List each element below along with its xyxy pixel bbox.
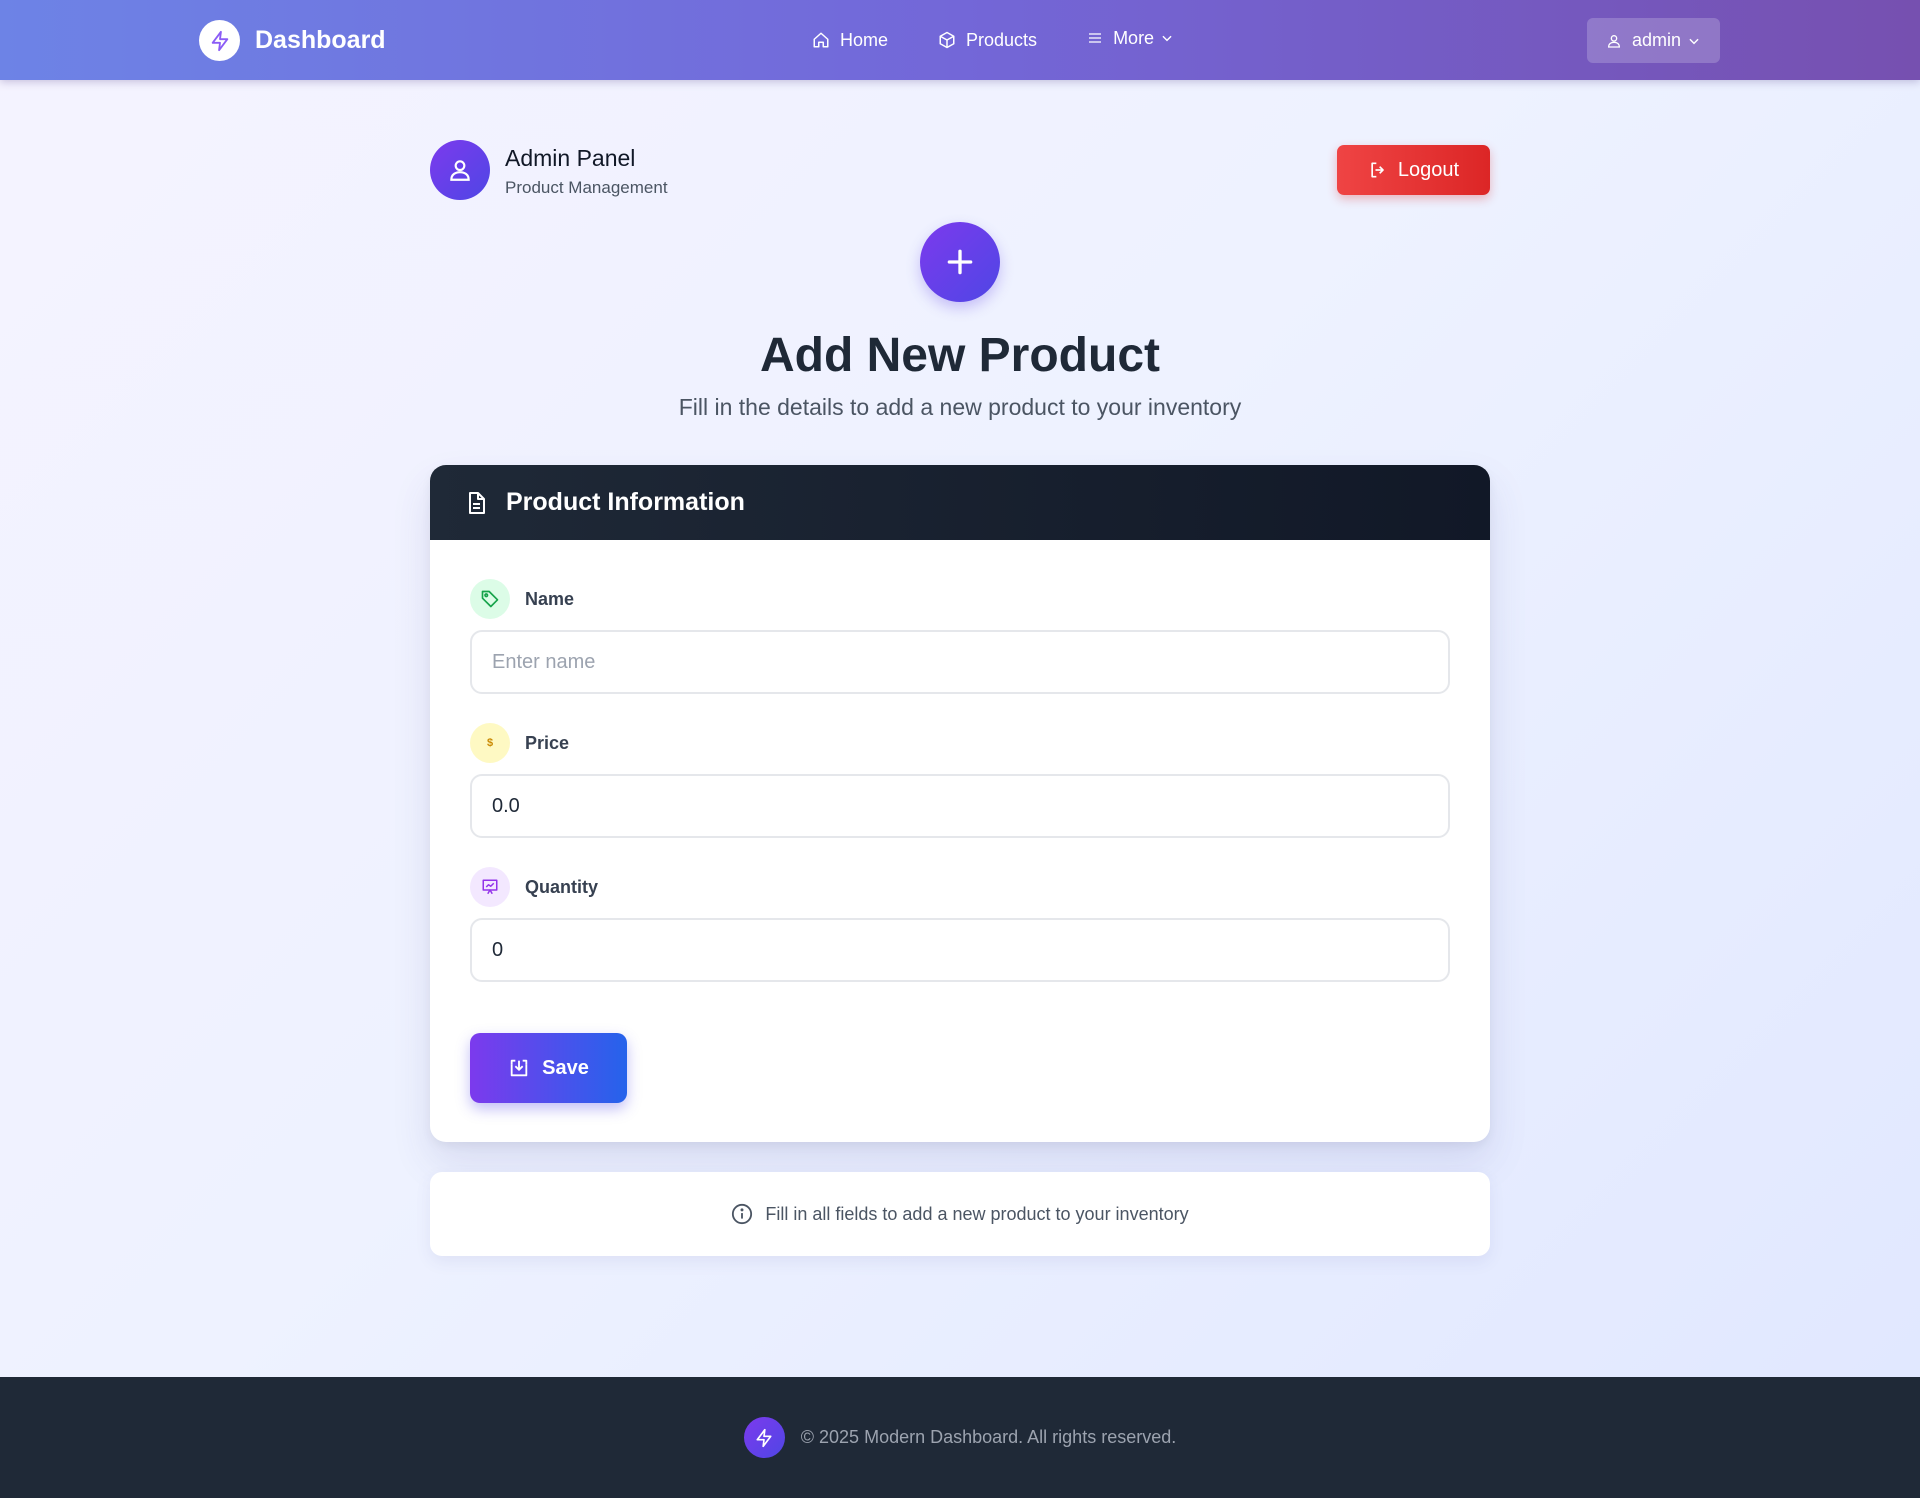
user-icon xyxy=(450,160,470,181)
card-header: Product Information xyxy=(430,465,1490,540)
chevron-down-icon xyxy=(1162,35,1172,42)
nav-home[interactable]: Home xyxy=(812,30,888,51)
home-icon xyxy=(813,32,829,48)
nav-products[interactable]: Products xyxy=(938,30,1037,51)
download-icon xyxy=(510,1059,528,1077)
info-text: Fill in all fields to add a new product … xyxy=(765,1203,1189,1224)
top-navbar: Dashboard Home Products More admin xyxy=(0,0,1920,80)
save-button[interactable]: Save xyxy=(470,1033,627,1103)
brand[interactable]: Dashboard xyxy=(199,20,386,61)
tag-icon xyxy=(470,579,510,619)
footer: © 2025 Modern Dashboard. All rights rese… xyxy=(0,1377,1920,1498)
lightning-icon xyxy=(743,1417,785,1458)
user-menu-button[interactable]: admin xyxy=(1587,18,1720,63)
admin-avatar xyxy=(430,140,490,200)
logout-button[interactable]: Logout xyxy=(1337,145,1490,195)
footer-copyright: © 2025 Modern Dashboard. All rights rese… xyxy=(800,1427,1177,1447)
admin-panel-title: Admin Panel xyxy=(505,145,636,171)
nav-more-dropdown[interactable]: More xyxy=(1087,28,1174,49)
chart-board-icon xyxy=(470,867,510,907)
price-label: Price xyxy=(525,732,570,753)
logout-icon xyxy=(1371,162,1384,178)
nav-products-label: Products xyxy=(966,29,1038,50)
user-name: admin xyxy=(1631,30,1682,50)
chevron-down-icon xyxy=(1689,38,1699,44)
nav-more-label: More xyxy=(1113,27,1155,48)
price-label-row: $ Price xyxy=(470,723,569,763)
lightning-icon xyxy=(199,20,240,61)
document-icon xyxy=(469,491,485,514)
nav-home-label: Home xyxy=(840,29,889,50)
user-icon xyxy=(1607,34,1620,48)
info-icon xyxy=(732,1203,753,1225)
nav-links: Home Products More xyxy=(812,0,1174,80)
quantity-label-row: Quantity xyxy=(470,867,598,907)
page-subtitle: Fill in the details to add a new product… xyxy=(678,394,1242,420)
plus-icon xyxy=(920,222,1000,302)
info-box: Fill in all fields to add a new product … xyxy=(430,1172,1490,1256)
name-label-row: Name xyxy=(470,579,574,619)
product-form-card: Product Information Name $ Price Quantit… xyxy=(430,465,1490,1142)
admin-panel-subtitle: Product Management xyxy=(505,178,668,197)
quantity-input[interactable] xyxy=(470,918,1450,982)
name-input[interactable] xyxy=(470,630,1450,694)
quantity-label: Quantity xyxy=(525,876,599,897)
card-title: Product Information xyxy=(506,488,745,516)
brand-name: Dashboard xyxy=(255,26,386,54)
box-icon xyxy=(939,31,955,49)
logout-label: Logout xyxy=(1397,158,1460,181)
price-input[interactable] xyxy=(470,774,1450,838)
dollar-icon: $ xyxy=(470,723,510,763)
save-label: Save xyxy=(542,1056,589,1079)
page-title: Add New Product xyxy=(759,329,1160,382)
name-label: Name xyxy=(525,588,575,609)
menu-icon xyxy=(1089,33,1102,43)
